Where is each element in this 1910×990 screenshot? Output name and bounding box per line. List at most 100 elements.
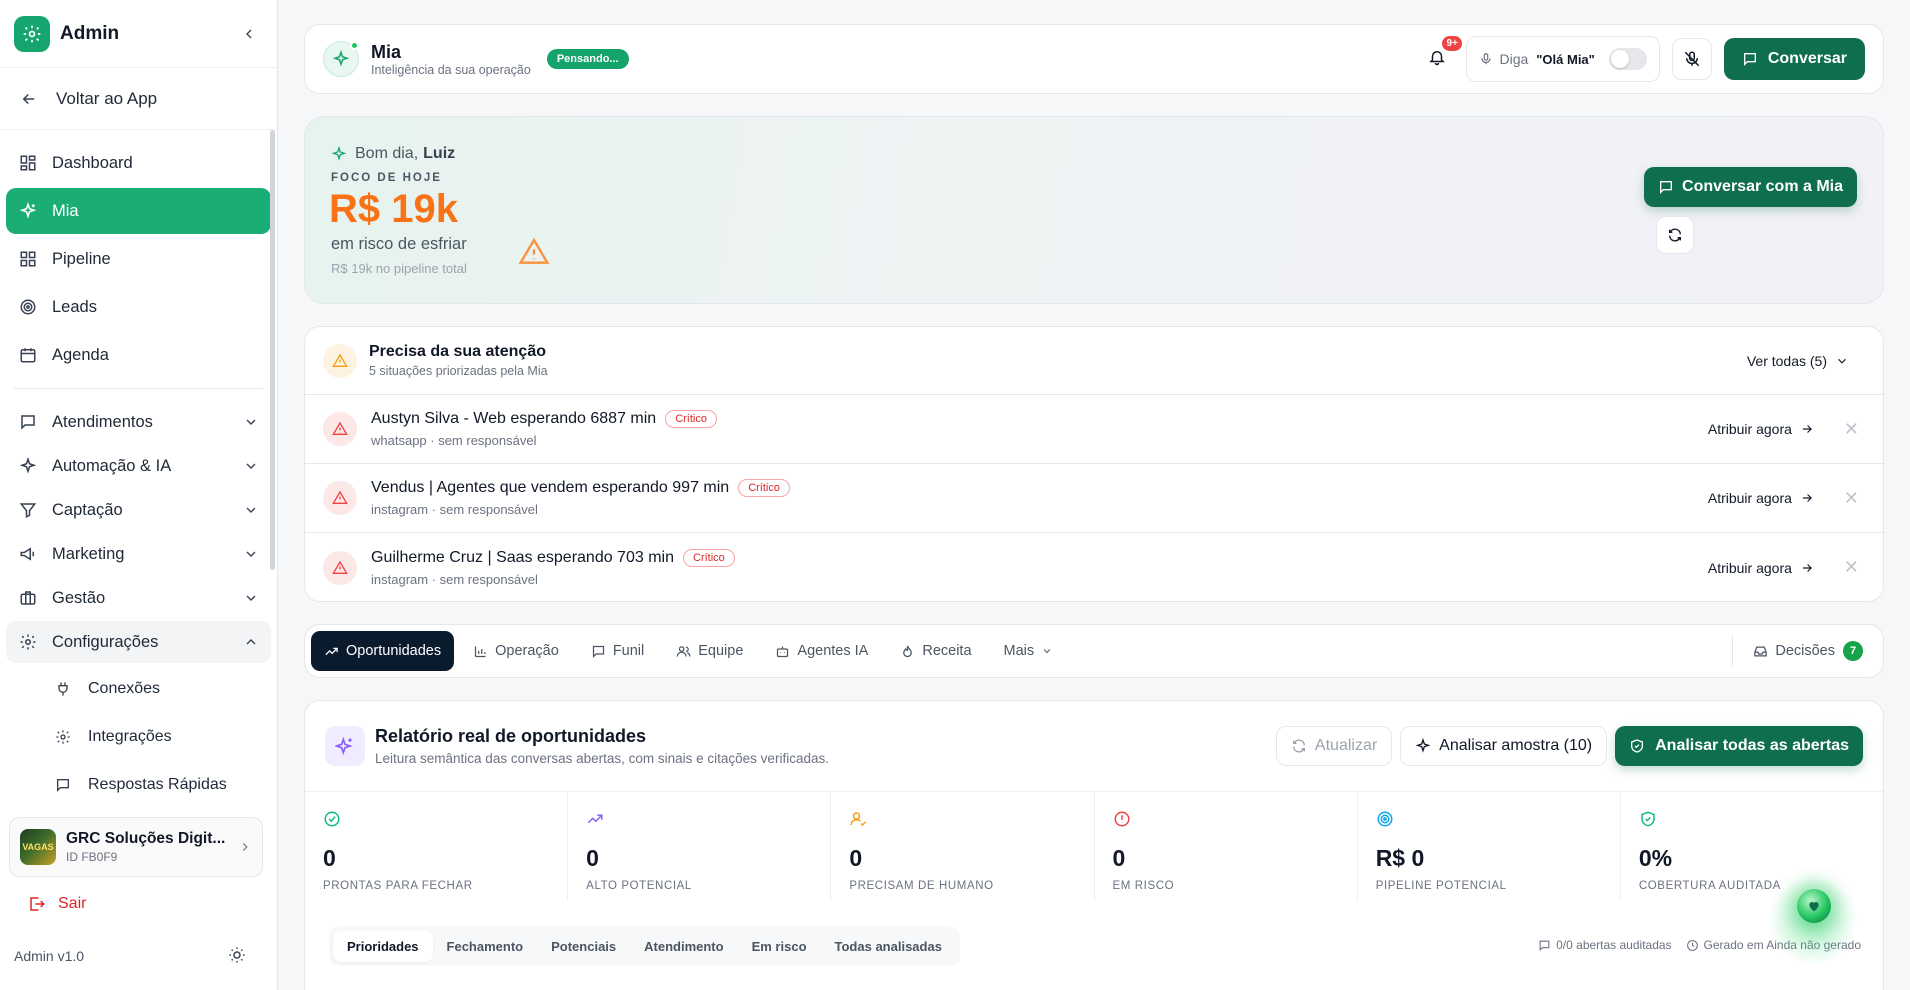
sidebar-subitem-integracoes[interactable]: Integrações	[6, 713, 271, 761]
critical-badge: Crítico	[682, 548, 735, 567]
assign-now-button[interactable]: Atribuir agora	[1708, 421, 1814, 437]
sidebar-group-label: Automação & IA	[52, 456, 172, 475]
sun-icon	[229, 947, 245, 963]
assign-label: Atribuir agora	[1707, 490, 1792, 506]
row-title: Guilherme Cruz | Saas esperando 703 min	[371, 548, 674, 566]
subtab-em-risco[interactable]: Em risco	[738, 931, 821, 962]
sidebar-group-label: Captação	[52, 500, 123, 519]
back-to-app-link[interactable]: Voltar ao App	[0, 68, 277, 130]
logout-button[interactable]: Sair	[28, 895, 86, 913]
tab-operacao[interactable]: Operação	[460, 631, 572, 671]
focus-label: FOCO DE HOJE	[331, 172, 442, 184]
sidebar-group-gestao[interactable]: Gestão	[6, 577, 271, 619]
mic-icon	[1481, 53, 1492, 65]
mute-mic-button[interactable]	[1671, 38, 1712, 80]
decisions-button[interactable]: Decisões 7	[1732, 636, 1863, 666]
assign-now-button[interactable]: Atribuir agora	[1708, 490, 1814, 506]
attention-row[interactable]: Austyn Silva - Web esperando 6887 min Crí…	[305, 395, 1883, 464]
attention-row[interactable]: Vendus | Agentes que vendem esperando 99…	[305, 464, 1883, 533]
analyze-all-button[interactable]: Analisar todas as abertas	[1615, 726, 1863, 766]
arrow-right-icon	[1802, 563, 1812, 572]
tab-oportunidades[interactable]: Oportunidades	[311, 631, 455, 671]
subtab-atendimento[interactable]: Atendimento	[630, 931, 737, 962]
tab-mais[interactable]: Mais	[991, 631, 1067, 671]
sidebar-item-pipeline[interactable]: Pipeline	[6, 236, 271, 282]
report-subtabs: Prioridades Fechamento Potenciais Atendi…	[329, 926, 960, 966]
update-label: Atualizar	[1314, 737, 1378, 754]
sidebar-scrollbar[interactable]	[270, 130, 275, 570]
conversar-button[interactable]: Conversar	[1723, 38, 1865, 80]
pipeline-total: R$ 19k no pipeline total	[331, 261, 467, 276]
theme-toggle-button[interactable]	[228, 946, 246, 969]
alert-icon	[323, 412, 357, 446]
users-icon	[676, 645, 691, 657]
audited-count: 0/0 abertas auditadas	[1556, 938, 1672, 952]
sidebar: Admin Voltar ao App Dashboard Mia Pipeli…	[0, 0, 278, 990]
dismiss-button[interactable]: ✕	[1844, 419, 1859, 440]
sidebar-item-agenda[interactable]: Agenda	[6, 332, 271, 378]
conversar-com-mia-button[interactable]: Conversar com a Mia	[1644, 167, 1857, 207]
critical-badge: Crítico	[738, 479, 790, 497]
trending-up-icon	[325, 647, 338, 655]
sparkle-icon	[332, 50, 350, 67]
sidebar-item-leads[interactable]: Leads	[6, 284, 271, 330]
see-all-button[interactable]: Ver todas (5)	[1747, 353, 1849, 369]
attention-title: Precisa da sua atenção	[369, 343, 546, 360]
megaphone-icon	[18, 544, 38, 564]
sidebar-subitem-respostas[interactable]: Respostas Rápidas	[6, 761, 271, 809]
attention-subtitle: 5 situações priorizadas pela Mia	[369, 364, 548, 378]
stat-label: PRONTAS PARA FECHAR	[323, 880, 473, 892]
refresh-icon	[1292, 739, 1305, 753]
focus-hero: Bom dia, Luiz FOCO DE HOJE R$ 19k em ris…	[304, 116, 1884, 304]
briefcase-icon	[18, 588, 38, 608]
sidebar-item-dashboard[interactable]: Dashboard	[6, 140, 271, 186]
stat-pipeline-potencial: R$ 0 PIPELINE POTENCIAL	[1358, 792, 1621, 901]
update-button[interactable]: Atualizar	[1275, 726, 1393, 766]
tab-label: Oportunidades	[346, 643, 442, 659]
analyze-all-label: Analisar todas as abertas	[1655, 737, 1849, 754]
attention-row[interactable]: Guilherme Cruz | Saas esperando 703 min C…	[305, 533, 1883, 602]
clock-icon	[1686, 939, 1698, 951]
tab-funil[interactable]: Funil	[578, 631, 657, 671]
stat-label: PRECISAM DE HUMANO	[849, 880, 994, 892]
critical-badge: Crítico	[665, 410, 717, 428]
refresh-button[interactable]	[1656, 216, 1694, 254]
tab-agentes-ia[interactable]: Agentes IA	[762, 631, 881, 671]
sidebar-item-label: Leads	[52, 297, 97, 316]
subtab-potenciais[interactable]: Potenciais	[537, 931, 630, 962]
say-phrase: "Olá Mia"	[1536, 51, 1595, 67]
tab-receita[interactable]: Receita	[887, 631, 984, 671]
say-label: Diga	[1499, 51, 1529, 67]
sidebar-group-configuracoes[interactable]: Configurações	[6, 621, 271, 663]
analyze-sample-button[interactable]: Analisar amostra (10)	[1400, 726, 1608, 766]
chat-icon	[592, 645, 604, 658]
chevron-left-icon	[246, 29, 252, 38]
sidebar-item-mia[interactable]: Mia	[6, 188, 271, 234]
tab-equipe[interactable]: Equipe	[663, 631, 756, 671]
mia-subtitle: Inteligência da sua operação	[371, 62, 531, 77]
wake-word-toggle[interactable]	[1608, 48, 1647, 70]
stat-value: 0	[849, 845, 863, 871]
decisions-count-badge: 7	[1843, 641, 1863, 661]
dismiss-button[interactable]: ✕	[1844, 557, 1859, 578]
sidebar-subitem-conexoes[interactable]: Conexões	[6, 665, 271, 713]
subtab-fechamento[interactable]: Fechamento	[433, 931, 538, 962]
sidebar-group-atendimentos[interactable]: Atendimentos	[6, 401, 271, 443]
stat-value: 0%	[1638, 845, 1673, 871]
shield-check-icon	[1631, 739, 1644, 753]
trending-up-icon	[587, 814, 603, 824]
notifications-button[interactable]: 9+	[1428, 35, 1462, 71]
assistant-orb-button[interactable]	[1797, 889, 1831, 923]
subtab-todas-analisadas[interactable]: Todas analisadas	[821, 931, 956, 962]
org-switcher[interactable]: VAGAS GRC Soluções Digit... ID FB0F9	[9, 817, 263, 877]
refresh-icon	[1669, 228, 1681, 242]
section-tabs: Oportunidades Operação Funil Equipe Agen…	[304, 624, 1884, 678]
sidebar-group-automacao[interactable]: Automação & IA	[6, 445, 271, 487]
collapse-sidebar-button[interactable]	[235, 20, 263, 48]
warning-icon	[323, 343, 357, 378]
subtab-prioridades[interactable]: Prioridades	[333, 930, 433, 962]
dismiss-button[interactable]: ✕	[1844, 488, 1859, 509]
assign-now-button[interactable]: Atribuir agora	[1708, 560, 1814, 576]
sidebar-group-marketing[interactable]: Marketing	[6, 533, 271, 575]
sidebar-group-captacao[interactable]: Captação	[6, 489, 271, 531]
